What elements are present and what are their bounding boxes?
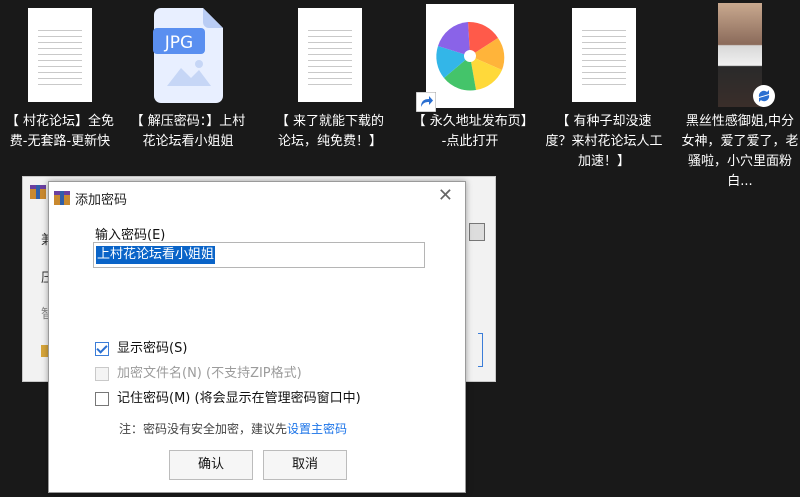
document-icon	[298, 8, 362, 102]
checkbox-label: 显示密码(S)	[117, 341, 188, 356]
checkbox-checked[interactable]	[95, 342, 109, 356]
close-icon[interactable]: ✕	[438, 186, 453, 206]
archive-app-icon	[30, 185, 46, 199]
password-value: 上村花论坛看小姐姐	[96, 246, 216, 264]
pinwheel-browser-icon	[426, 4, 514, 108]
note-text: 注：密码没有安全加密，建议先	[119, 422, 288, 436]
encrypt-filenames-checkbox: 加密文件名(N) (不支持ZIP格式)	[95, 365, 355, 385]
desktop-icon-label: 【 有种子却没速度？来村花论坛人工加速！】	[545, 114, 663, 169]
remember-password-checkbox[interactable]: 记住密码(M) (将会显示在管理密码窗口中)	[95, 390, 415, 410]
show-password-checkbox[interactable]: 显示密码(S)	[95, 340, 295, 360]
set-master-password-link[interactable]: 设置主密码	[287, 422, 347, 436]
desktop-icon-label: 黑丝性感御姐,中分女神，爱了爱了，老骚啦，小穴里面粉白...	[681, 114, 799, 189]
button-edge	[478, 333, 483, 367]
desktop-icon-label: 【 村花论坛】全免费-无套路-更新快	[5, 114, 115, 149]
checkbox-label: 记住密码(M) (将会显示在管理密码窗口中)	[117, 391, 361, 406]
dialog-title: 添加密码	[75, 193, 128, 208]
document-icon	[28, 8, 92, 102]
jpg-badge-text: JPG	[164, 33, 193, 53]
checkbox-unchecked[interactable]	[95, 392, 109, 406]
archive-app-icon	[54, 191, 70, 205]
password-label: 输入密码(E)	[95, 228, 166, 243]
scroll-handle[interactable]	[469, 223, 485, 241]
password-input[interactable]: 上村花论坛看小姐姐	[93, 242, 425, 268]
dialog-titlebar[interactable]: 添加密码 ✕	[49, 182, 465, 212]
desktop-icon-label: 【 永久地址发布页】-点此打开	[412, 114, 528, 149]
desktop-icon-label: 【 来了就能下载的论坛，纯免费！】	[275, 114, 385, 149]
desktop-icon-label: 【 解压密码：】上村花论坛看小姐姐	[130, 114, 246, 149]
shortcut-arrow-icon	[416, 92, 436, 112]
security-note: 注：密码没有安全加密，建议先设置主密码	[119, 420, 347, 437]
checkbox-label: 加密文件名(N) (不支持ZIP格式)	[117, 366, 302, 381]
document-icon	[572, 8, 636, 102]
sync-badge-icon	[753, 85, 775, 107]
cancel-button[interactable]: 取消	[263, 450, 347, 480]
jpg-file-icon: JPG	[153, 8, 223, 103]
checkbox-disabled	[95, 367, 109, 381]
add-password-dialog: 添加密码 ✕ 输入密码(E) 上村花论坛看小姐姐 显示密码(S) 加密文件名(N…	[48, 181, 466, 493]
ok-button[interactable]: 确认	[169, 450, 253, 480]
